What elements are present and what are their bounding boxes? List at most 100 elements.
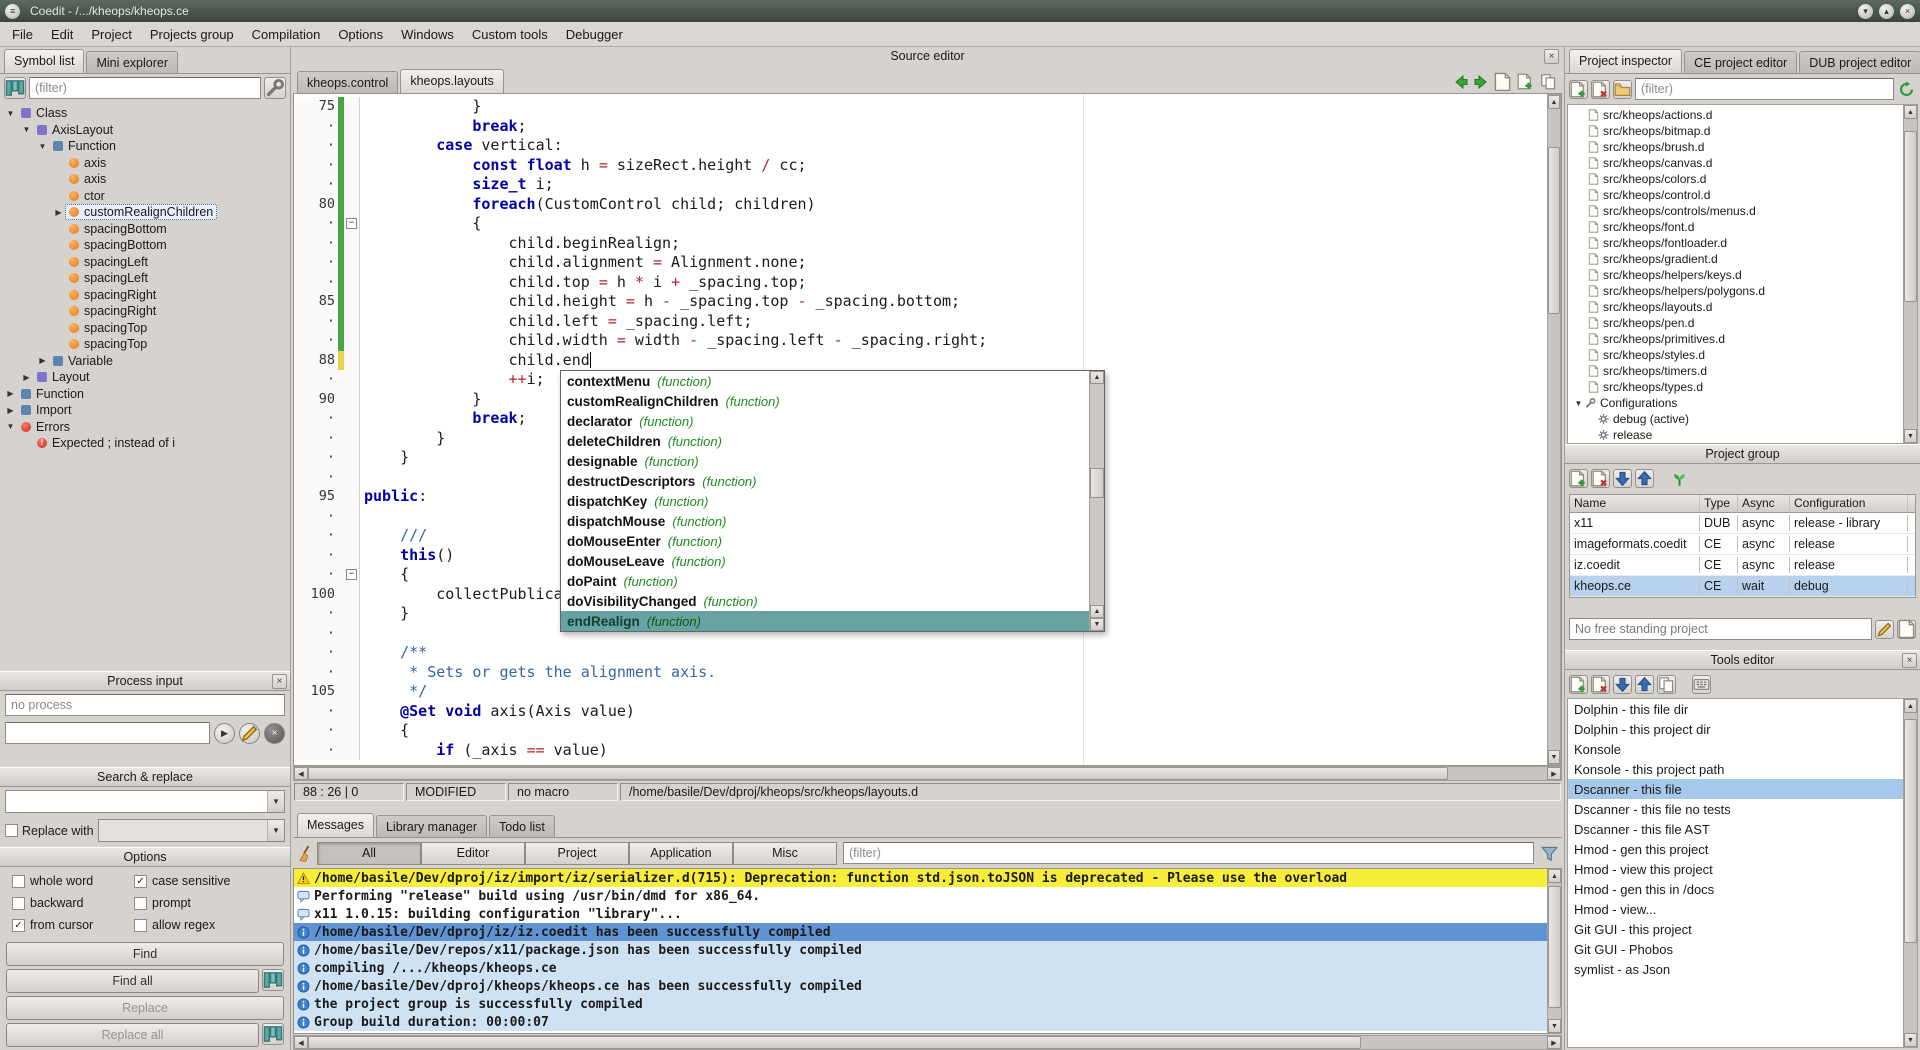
go-forward-icon[interactable]: [1473, 74, 1489, 90]
go-back-icon[interactable]: [1453, 74, 1469, 90]
tools-editor-close-icon[interactable]: ×: [1902, 653, 1917, 668]
tab-kheops-layouts[interactable]: kheops.layouts: [400, 69, 503, 93]
file-item[interactable]: src/kheops/actions.d: [1568, 107, 1903, 123]
completion-item[interactable]: doVisibilityChanged(function): [561, 591, 1089, 611]
symbol-tree-item[interactable]: spacingRight: [0, 287, 290, 304]
open-project-icon[interactable]: [1897, 620, 1916, 639]
chevron-down-icon[interactable]: ▼: [267, 791, 284, 812]
scroll-down-icon[interactable]: ▼: [1548, 1019, 1561, 1033]
symbol-tree-item[interactable]: ▶Variable: [0, 353, 290, 370]
minimize-button[interactable]: ▾: [1858, 4, 1873, 19]
completion-item[interactable]: endRealign(function): [561, 611, 1089, 631]
checkbox-allow-regex[interactable]: allow regex: [134, 918, 278, 932]
file-item[interactable]: src/kheops/control.d: [1568, 187, 1903, 203]
expander-icon[interactable]: ▼: [1572, 399, 1585, 408]
tool-shortcut-keyboard-icon[interactable]: [1692, 675, 1711, 694]
replace-all-options-icon[interactable]: [262, 1023, 284, 1045]
symbol-tree-item[interactable]: spacingRight: [0, 303, 290, 320]
file-item[interactable]: src/kheops/canvas.d: [1568, 155, 1903, 171]
expander-icon[interactable]: ▶: [36, 356, 49, 365]
completion-item[interactable]: deleteChildren(function): [561, 431, 1089, 451]
column-configuration[interactable]: Configuration: [1790, 495, 1908, 512]
open-folder-icon[interactable]: [1613, 80, 1632, 99]
tab-symbol-list[interactable]: Symbol list: [4, 49, 84, 73]
checkbox-case-sensitive[interactable]: ✓case sensitive: [134, 874, 278, 888]
code-text[interactable]: size_t i;: [360, 175, 1547, 195]
tab-todo-list[interactable]: Todo list: [489, 815, 555, 837]
symbol-tree-item[interactable]: spacingTop: [0, 336, 290, 353]
clear-messages-broom-icon[interactable]: [296, 844, 315, 863]
tab-dub-project-editor[interactable]: DUB project editor: [1799, 51, 1920, 73]
code-text[interactable]: if (_axis == value): [360, 741, 1547, 761]
scroll-down-icon[interactable]: ▼: [1904, 1033, 1917, 1047]
messages-horizontal-scrollbar[interactable]: ◀ ▶: [293, 1035, 1562, 1050]
code-text[interactable]: @Set void axis(Axis value): [360, 702, 1547, 722]
replace-with-checkbox[interactable]: [5, 824, 18, 837]
file-item[interactable]: src/kheops/gradient.d: [1568, 251, 1903, 267]
scroll-down-icon[interactable]: ▼: [1904, 429, 1917, 443]
tool-symlist-as-json[interactable]: symlist - as Json: [1568, 959, 1903, 979]
process-input-close-icon[interactable]: ×: [272, 674, 287, 689]
file-item[interactable]: src/kheops/primitives.d: [1568, 331, 1903, 347]
project-row[interactable]: iz.coeditCEasyncrelease: [1570, 555, 1915, 576]
scrollbar-thumb[interactable]: [308, 767, 1448, 780]
tool-dscanner-this-file[interactable]: Dscanner - this file: [1568, 779, 1903, 799]
move-project-up-icon[interactable]: [1635, 469, 1654, 488]
fold-icon[interactable]: −: [346, 569, 357, 580]
file-item[interactable]: src/kheops/types.d: [1568, 379, 1903, 395]
code-text[interactable]: break;: [360, 117, 1547, 137]
scrollbar-thumb[interactable]: [308, 1036, 1361, 1049]
log-row[interactable]: /home/basile/Dev/dproj/iz/import/iz/seri…: [294, 869, 1547, 887]
scroll-down-icon[interactable]: ▼: [1090, 618, 1104, 631]
tab-messages[interactable]: Messages: [297, 813, 374, 837]
filter-project[interactable]: Project: [525, 842, 629, 865]
menu-edit[interactable]: Edit: [42, 23, 82, 46]
code-text[interactable]: * Sets or gets the alignment axis.: [360, 663, 1547, 683]
code-text[interactable]: const float h = sizeRect.height / cc;: [360, 156, 1547, 176]
scroll-right-icon[interactable]: ▶: [1547, 767, 1561, 780]
scrollbar-thumb[interactable]: [1904, 719, 1917, 943]
symbol-tree-item[interactable]: Expected ; instead of i: [0, 435, 290, 452]
filter-misc[interactable]: Misc: [733, 842, 837, 865]
add-tool-icon[interactable]: [1569, 675, 1588, 694]
scroll-up-icon[interactable]: ▲: [1904, 699, 1917, 713]
completion-item[interactable]: declarator(function): [561, 411, 1089, 431]
editor-vertical-scrollbar[interactable]: ▲ ▼: [1547, 94, 1561, 765]
scroll-left-icon[interactable]: ◀: [294, 767, 308, 780]
symbol-tree-item[interactable]: ▶Function: [0, 386, 290, 403]
symbol-tree-item[interactable]: ▶customRealignChildren: [0, 204, 290, 221]
tab-project-inspector[interactable]: Project inspector: [1569, 49, 1682, 73]
column-async[interactable]: Async: [1738, 495, 1790, 512]
edit-pencil-icon[interactable]: [1875, 620, 1894, 639]
menu-debugger[interactable]: Debugger: [557, 23, 632, 46]
scrollbar-thumb[interactable]: [1548, 886, 1561, 1008]
file-tree-scrollbar[interactable]: ▲ ▼: [1903, 105, 1917, 443]
tool-hmod-gen-this-in-docs[interactable]: Hmod - gen this in /docs: [1568, 879, 1903, 899]
expander-icon[interactable]: ▶: [4, 406, 17, 415]
file-item[interactable]: src/kheops/layouts.d: [1568, 299, 1903, 315]
expander-icon[interactable]: ▼: [4, 422, 17, 431]
file-item[interactable]: src/kheops/fontloader.d: [1568, 235, 1903, 251]
symbol-tree-item[interactable]: ctor: [0, 188, 290, 205]
symbol-tree-item[interactable]: ▶Import: [0, 402, 290, 419]
code-text[interactable]: /**: [360, 643, 1547, 663]
completion-item[interactable]: doMouseEnter(function): [561, 531, 1089, 551]
completion-item[interactable]: designable(function): [561, 451, 1089, 471]
remove-project-icon[interactable]: [1591, 469, 1610, 488]
code-text[interactable]: child.end: [360, 351, 1547, 371]
tool-dolphin-this-file-dir[interactable]: Dolphin - this file dir: [1568, 699, 1903, 719]
menu-windows[interactable]: Windows: [392, 23, 463, 46]
scroll-up-icon[interactable]: ▲: [1090, 371, 1104, 384]
find-button[interactable]: Find: [6, 942, 284, 966]
code-text[interactable]: child.left = _spacing.left;: [360, 312, 1547, 332]
log-row[interactable]: compiling /.../kheops/kheops.ce: [294, 959, 1547, 977]
code-text[interactable]: case vertical:: [360, 136, 1547, 156]
log-row[interactable]: /home/basile/Dev/dproj/iz/iz.coedit has …: [294, 923, 1547, 941]
symbol-tree-item[interactable]: spacingBottom: [0, 221, 290, 238]
symbol-tree-item[interactable]: ▼Function: [0, 138, 290, 155]
code-text[interactable]: child.alignment = Alignment.none;: [360, 253, 1547, 273]
project-row[interactable]: kheops.ceCEwaitdebug: [1570, 576, 1915, 597]
source-editor-close-icon[interactable]: ×: [1544, 49, 1559, 64]
checkbox-whole-word[interactable]: whole word: [12, 874, 130, 888]
file-item[interactable]: src/kheops/font.d: [1568, 219, 1903, 235]
